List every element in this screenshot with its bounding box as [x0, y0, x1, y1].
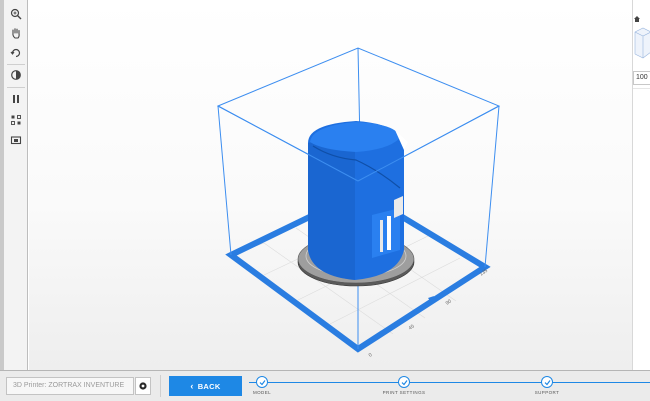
- panel-divider: [633, 88, 650, 367]
- bottom-divider: [160, 375, 161, 397]
- left-toolbar: [4, 0, 28, 370]
- right-panel: 100: [632, 0, 650, 370]
- chevron-left-icon: ‹: [190, 380, 194, 391]
- step-label-print-settings: PRINT SETTINGS: [382, 390, 426, 395]
- arrange-icon[interactable]: [6, 111, 26, 129]
- view-cube-thumb[interactable]: [634, 26, 650, 60]
- scene-svg: 0 45 90 135: [216, 47, 501, 359]
- axis-tick-label: 90: [445, 298, 453, 306]
- step-label-support: SUPPORT: [534, 390, 560, 395]
- rotate-icon[interactable]: [6, 44, 26, 62]
- step-label-model: MODEL: [252, 390, 272, 395]
- axis-tick-label: 0: [368, 352, 374, 359]
- back-button[interactable]: ‹ BACK: [169, 376, 242, 396]
- printer-select-field[interactable]: 3D Printer: ZORTRAX INVENTURE: [6, 377, 134, 395]
- bottom-bar: MODEL PRINT SETTINGS SUPPORT 3D Printer:…: [0, 370, 650, 401]
- camera-icon[interactable]: [6, 131, 26, 149]
- toolbar-separator: [7, 87, 25, 88]
- back-button-label: BACK: [197, 381, 221, 391]
- 3d-model[interactable]: [308, 121, 408, 280]
- axis-tick-label: 45: [408, 323, 416, 331]
- printer-dot-icon: [139, 382, 147, 390]
- printer-settings-button[interactable]: [135, 377, 151, 395]
- toolbar-separator: [7, 64, 25, 65]
- zoom-icon[interactable]: [6, 5, 26, 23]
- step-print-settings-icon[interactable]: [398, 376, 410, 388]
- app-window: 0 45 90 135 100 MODEL PRINT SETTINGS SUP…: [0, 0, 650, 401]
- 3d-viewport[interactable]: 0 45 90 135: [29, 0, 632, 370]
- home-icon[interactable]: [633, 15, 641, 23]
- pan-hand-icon[interactable]: [6, 24, 26, 42]
- step-support-icon[interactable]: [541, 376, 553, 388]
- layers-icon[interactable]: [6, 90, 26, 108]
- progress-line: [249, 382, 650, 383]
- zoom-level-input[interactable]: 100: [633, 71, 650, 85]
- view-cube-icon[interactable]: [6, 66, 26, 84]
- step-model-icon[interactable]: [256, 376, 268, 388]
